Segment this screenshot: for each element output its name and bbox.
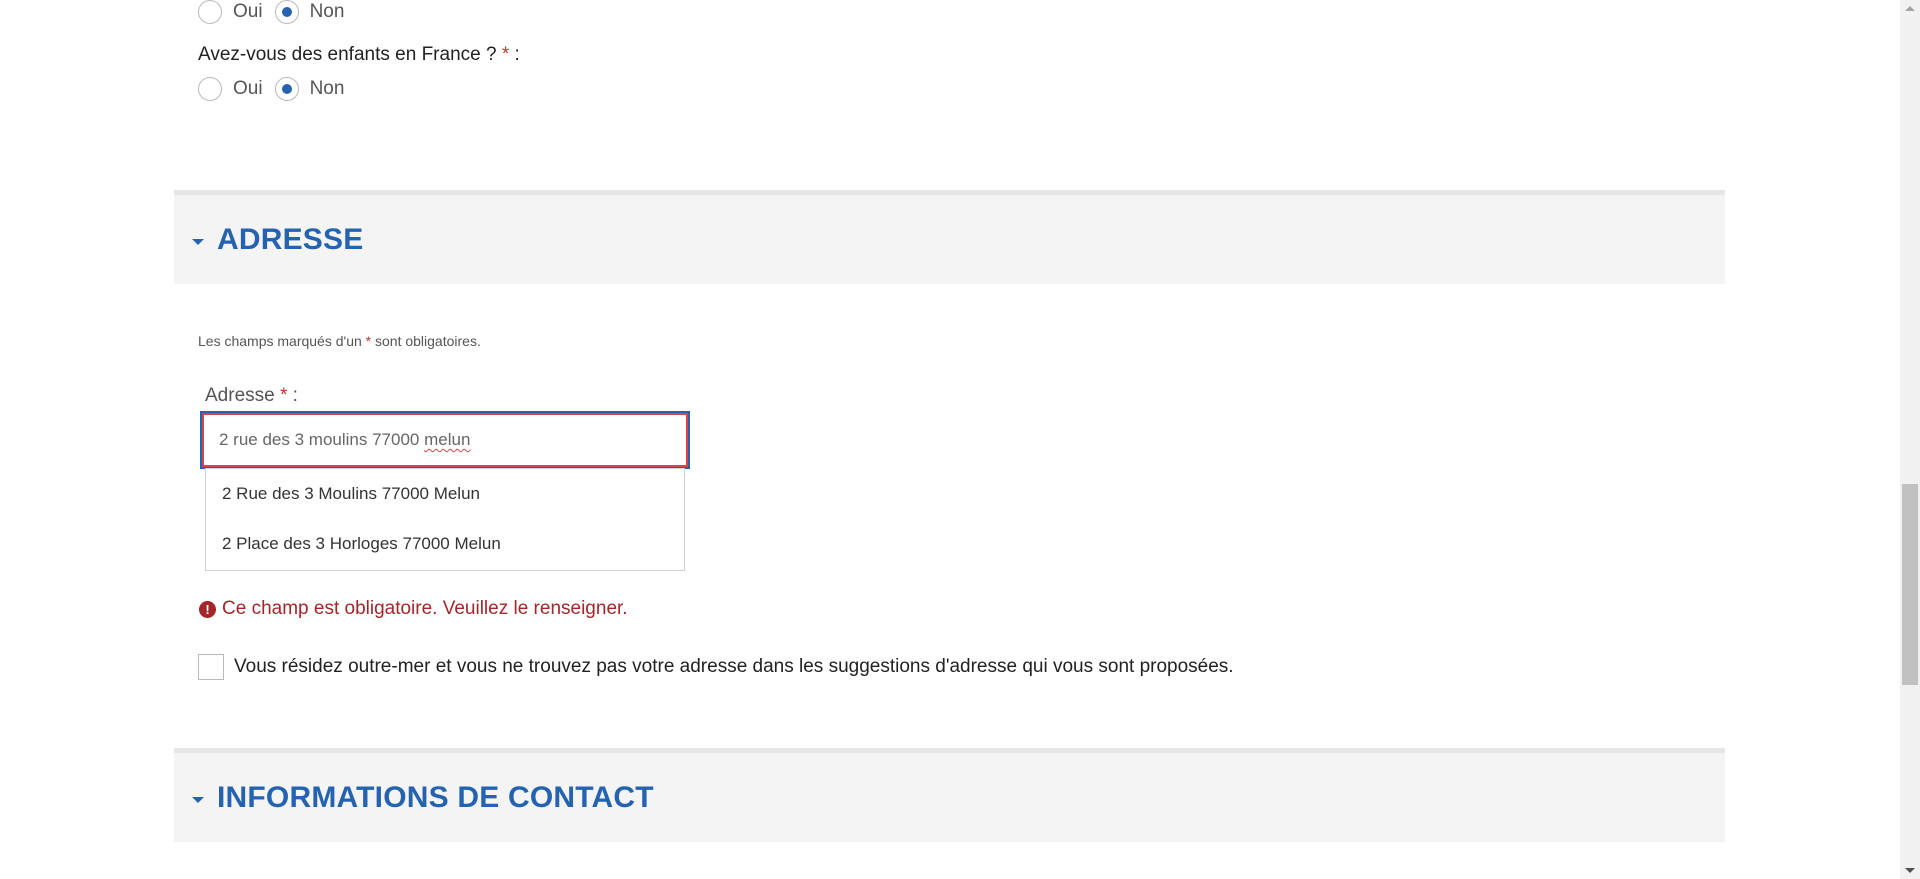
caret-down-icon [192, 797, 204, 803]
address-suggestion[interactable]: 2 Rue des 3 Moulins 77000 Melun [206, 469, 684, 519]
address-suggestions-list: 2 Rue des 3 Moulins 77000 Melun 2 Place … [205, 468, 685, 571]
address-input[interactable]: 2 rue des 3 moulins 77000 melun [200, 411, 690, 469]
children-question-label: Avez-vous des enfants en France ? * : [198, 44, 520, 65]
overseas-checkbox-label[interactable]: Vous résidez outre-mer et vous ne trouve… [234, 656, 1234, 678]
radio-oui-label: Oui [233, 1, 263, 22]
radio-non-label: Non [309, 1, 345, 22]
vertical-scrollbar[interactable] [1900, 0, 1920, 879]
address-field-label: Adresse * : [205, 385, 298, 406]
required-fields-note: Les champs marqués d'un * sont obligatoi… [198, 333, 481, 349]
section-header-adresse[interactable]: ADRESSE [174, 190, 1725, 284]
overseas-checkbox-row: Vous résidez outre-mer et vous ne trouve… [198, 654, 1234, 680]
address-suggestion[interactable]: 2 Place des 3 Horloges 77000 Melun [206, 519, 684, 569]
exclamation-circle-icon: ! [199, 600, 216, 618]
children-radio-group: Oui Non [198, 77, 356, 101]
overseas-checkbox[interactable] [198, 654, 224, 680]
spellcheck-word: melun [424, 430, 471, 449]
radio-non-label: Non [309, 78, 345, 99]
required-asterisk: * [501, 44, 510, 65]
caret-down-icon [192, 239, 204, 245]
radio-oui-label: Oui [233, 78, 263, 99]
radio-non-prev[interactable] [274, 0, 299, 24]
radio-oui-children[interactable] [198, 77, 222, 101]
address-error-message: ! Ce champ est obligatoire. Veuillez le … [199, 598, 628, 620]
radio-non-children[interactable] [274, 77, 299, 101]
scroll-up-arrow-icon[interactable] [1905, 6, 1915, 11]
section-title: ADRESSE [217, 223, 364, 256]
scrollbar-thumb[interactable] [1902, 484, 1918, 685]
prev-question-radio-group: Oui Non [198, 0, 356, 24]
section-title: INFORMATIONS DE CONTACT [217, 781, 654, 814]
section-header-contact[interactable]: INFORMATIONS DE CONTACT [174, 748, 1725, 842]
scroll-down-arrow-icon[interactable] [1905, 868, 1915, 873]
radio-oui-prev[interactable] [198, 0, 222, 24]
